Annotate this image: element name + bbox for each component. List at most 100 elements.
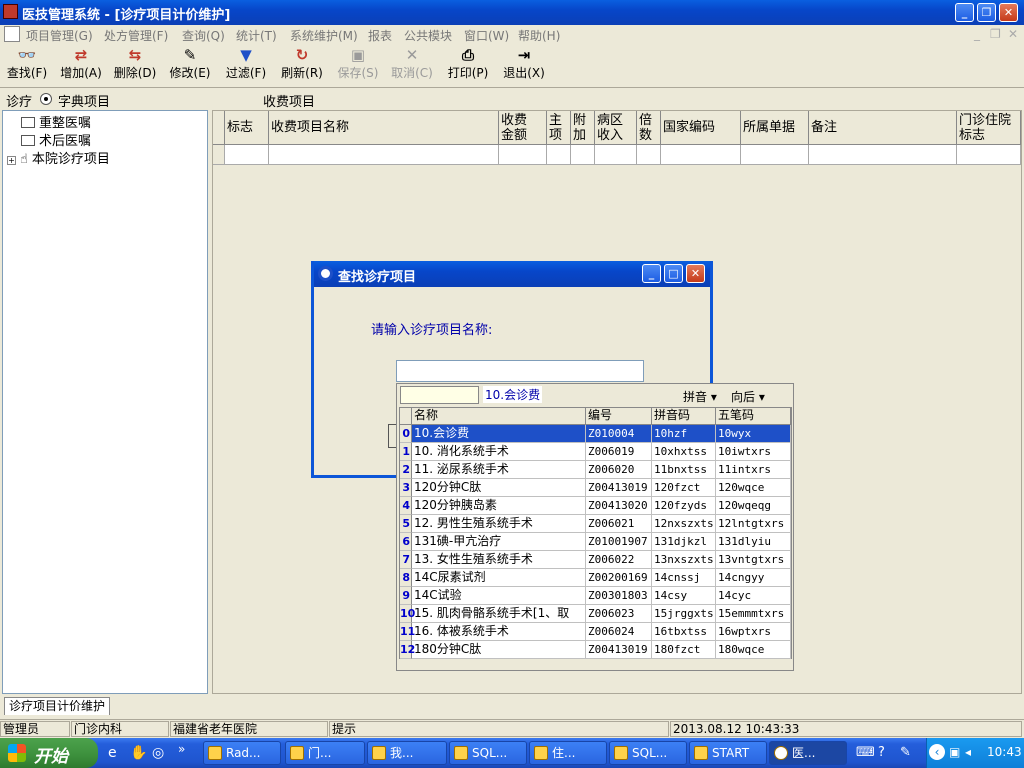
quicklaunch-icon[interactable]: ✋: [130, 745, 147, 761]
lookup-row[interactable]: 12 180分钟C肽 Z00413019 180fzct 180wqce: [400, 641, 791, 659]
col-outpatient-flag[interactable]: 门诊住院 标志: [957, 111, 1021, 145]
lookup-cell-name: 180分钟C肽: [412, 641, 586, 659]
menu-help[interactable]: 帮助(H): [518, 27, 560, 44]
task-rad[interactable]: Rad...: [203, 741, 281, 765]
add-button[interactable]: ⇄ 增加(A): [58, 46, 104, 86]
find-button[interactable]: 👓 查找(F): [4, 46, 50, 86]
start-button[interactable]: 开始: [0, 738, 98, 768]
tree-item-rearrange[interactable]: 重整医嘱: [21, 112, 91, 131]
mdi-minimize-icon[interactable]: _: [974, 27, 980, 41]
lookup-col-pinyin[interactable]: 拼音码: [652, 408, 716, 425]
col-flag[interactable]: 标志: [225, 111, 269, 145]
edit-button[interactable]: ✎ 修改(E): [166, 46, 214, 86]
exit-button[interactable]: ⇥ 退出(X): [500, 46, 548, 86]
task-wo[interactable]: 我...: [367, 741, 447, 765]
col-main[interactable]: 主 项: [547, 111, 571, 145]
dialog-minimize-button[interactable]: _: [642, 264, 661, 283]
tree-item-hospital[interactable]: + ☝ 本院诊疗项目: [7, 148, 110, 167]
lookup-row[interactable]: 11 16. 体被系统手术 Z006024 16tbxtss 16wptxrs: [400, 623, 791, 641]
task-zhu[interactable]: 住...: [529, 741, 607, 765]
minimize-button[interactable]: _: [955, 3, 974, 22]
cancel-button[interactable]: ✕ 取消(C): [388, 46, 436, 86]
lookup-col-wubi[interactable]: 五笔码: [716, 408, 791, 425]
tray-collapse-icon[interactable]: ‹: [929, 744, 945, 760]
lookup-row[interactable]: 1 10. 消化系统手术 Z006019 10xhxtss 10iwtxrs: [400, 443, 791, 461]
col-document[interactable]: 所属单据: [741, 111, 809, 145]
task-sql2[interactable]: SQL...: [609, 741, 687, 765]
media-icon[interactable]: ◎: [152, 745, 164, 761]
lookup-cell-wb: 16wptxrs: [716, 623, 791, 641]
expand-icon[interactable]: +: [7, 156, 16, 165]
document-icon: [4, 26, 20, 42]
menu-system[interactable]: 系统维护(M): [290, 27, 358, 44]
lookup-row[interactable]: 0 10.会诊费 Z010004 10hzf 10wyx: [400, 425, 791, 443]
lookup-direction-select[interactable]: 向后 ▾: [731, 388, 765, 405]
task-sql1[interactable]: SQL...: [449, 741, 527, 765]
dialog-title: 查找诊疗项目: [338, 270, 417, 285]
keyboard-icon[interactable]: ⌨: [856, 745, 875, 760]
lookup-row[interactable]: 7 13. 女性生殖系统手术 Z006022 13nxszxts 13vntgtxrs: [400, 551, 791, 569]
row-index: 5: [400, 515, 412, 533]
lookup-cell-wb: 14cyc: [716, 587, 791, 605]
save-button[interactable]: ▣ 保存(S): [334, 46, 382, 86]
tree-item-postop[interactable]: 术后医嘱: [21, 130, 91, 149]
status-datetime: 2013.08.12 10:43:33: [670, 721, 1022, 737]
menu-bar: 项目管理(G) 处方管理(F) 查询(Q) 统计(T) 系统维护(M) 报表 公…: [0, 25, 1024, 44]
lookup-cell-name: 120分钟C肽: [412, 479, 586, 497]
menu-project[interactable]: 项目管理(G): [26, 27, 93, 44]
lookup-cell-name: 11. 泌尿系统手术: [412, 461, 586, 479]
lookup-col-name[interactable]: 名称: [412, 408, 586, 425]
menu-common[interactable]: 公共模块: [404, 27, 452, 44]
mdi-restore-icon[interactable]: ❐: [990, 27, 1001, 41]
col-amount[interactable]: 收费 金额: [499, 111, 547, 145]
lookup-row[interactable]: 5 12. 男性生殖系统手术 Z006021 12nxszxts 12lntgtxrs: [400, 515, 791, 533]
lookup-row[interactable]: 9 14C试验 Z00301803 14csy 14cyc: [400, 587, 791, 605]
pen-icon[interactable]: ✎: [900, 745, 911, 760]
col-multiple[interactable]: 倍 数: [637, 111, 661, 145]
ie-icon[interactable]: e: [108, 745, 117, 761]
delete-button[interactable]: ⇆ 删除(D): [112, 46, 158, 86]
project-name-input[interactable]: [396, 360, 644, 382]
radio-dictionary[interactable]: [40, 93, 52, 105]
lookup-cell-name: 12. 男性生殖系统手术: [412, 515, 586, 533]
lookup-cell-wb: 14cngyy: [716, 569, 791, 587]
task-start-folder[interactable]: START: [689, 741, 767, 765]
menu-window[interactable]: 窗口(W): [464, 27, 509, 44]
lookup-filter-input[interactable]: [400, 386, 479, 404]
lookup-row[interactable]: 6 131碘-甲亢治疗 Z01001907 131djkzl 131dlyiu: [400, 533, 791, 551]
lookup-cell-wb: 11intxrs: [716, 461, 791, 479]
lookup-row[interactable]: 10 15. 肌肉骨骼系统手术[1、取 Z006023 15jrggxts 15emmm…: [400, 605, 791, 623]
network-icon[interactable]: ▣: [949, 745, 960, 759]
menu-query[interactable]: 查询(Q): [182, 27, 225, 44]
print-button[interactable]: ⎙ 打印(P): [444, 46, 492, 86]
restore-button[interactable]: ❐: [977, 3, 996, 22]
col-extra[interactable]: 附 加: [571, 111, 595, 145]
refresh-button[interactable]: ↻ 刷新(R): [278, 46, 326, 86]
lookup-mode-select[interactable]: 拼音 ▾: [683, 388, 717, 405]
menu-report[interactable]: 报表: [368, 27, 392, 44]
lookup-row[interactable]: 8 14C尿素试剂 Z00200169 14cnssj 14cngyy: [400, 569, 791, 587]
lookup-cell-name: 10.会诊费: [412, 425, 586, 443]
chevron-right-icon[interactable]: »: [178, 742, 185, 756]
menu-prescription[interactable]: 处方管理(F): [104, 27, 168, 44]
task-yi[interactable]: 医...: [769, 741, 847, 765]
menu-statistics[interactable]: 统计(T): [236, 27, 277, 44]
volume-icon[interactable]: ◂: [965, 745, 971, 759]
help-icon[interactable]: ?: [878, 745, 885, 760]
dialog-maximize-button[interactable]: □: [664, 264, 683, 283]
col-remark[interactable]: 备注: [809, 111, 957, 145]
lookup-row[interactable]: 3 120分钟C肽 Z00413019 120fzct 120wqce: [400, 479, 791, 497]
filter-button[interactable]: ▼ 过滤(F): [222, 46, 270, 86]
close-button[interactable]: ✕: [999, 3, 1018, 22]
lookup-col-code[interactable]: 编号: [586, 408, 652, 425]
col-ward-income[interactable]: 病区 收入: [595, 111, 637, 145]
dialog-close-button[interactable]: ✕: [686, 264, 705, 283]
tab-pricing[interactable]: 诊疗项目计价维护: [4, 697, 111, 715]
lookup-row[interactable]: 2 11. 泌尿系统手术 Z006020 11bnxtss 11intxrs: [400, 461, 791, 479]
status-department: 门诊内科: [71, 721, 169, 737]
task-men[interactable]: 门...: [285, 741, 365, 765]
lookup-row[interactable]: 4 120分钟胰岛素 Z00413020 120fzyds 120wqeqg: [400, 497, 791, 515]
col-national-code[interactable]: 国家编码: [661, 111, 741, 145]
col-name[interactable]: 收费项目名称: [269, 111, 499, 145]
mdi-close-icon[interactable]: ✕: [1008, 27, 1018, 41]
